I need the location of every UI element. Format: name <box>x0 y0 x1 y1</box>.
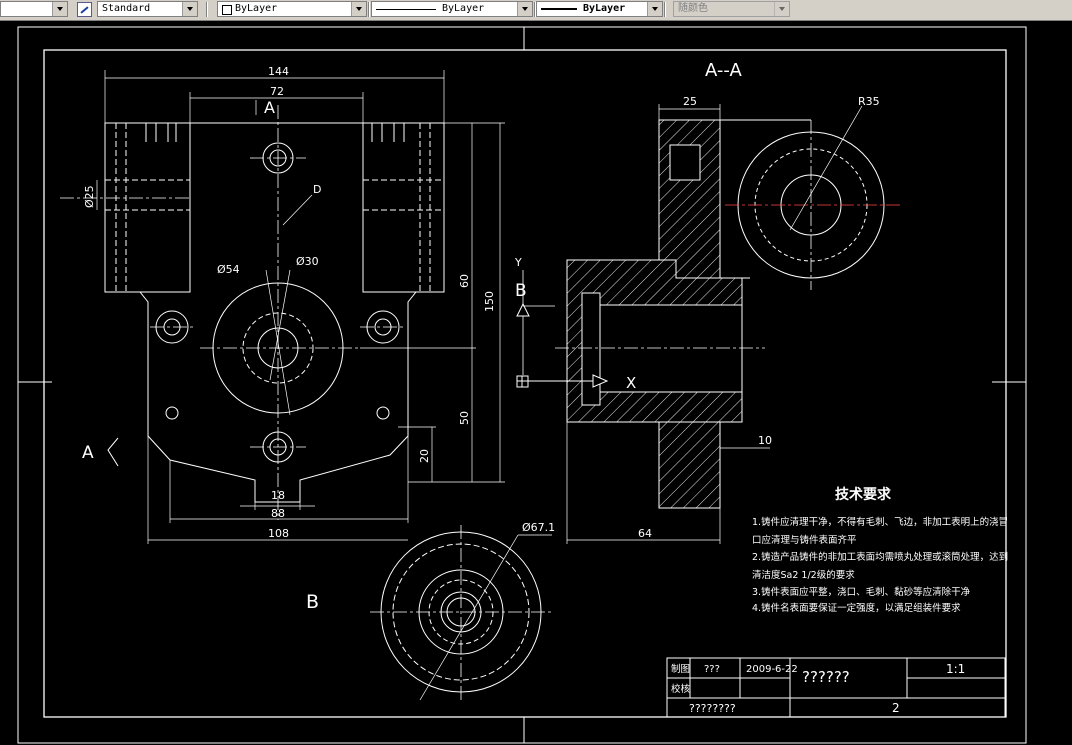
plot-style-value: 随颜色 <box>678 3 708 14</box>
dim-60: 60 <box>458 274 471 288</box>
view-a-label: A <box>82 443 94 463</box>
tb-sheet: 2 <box>892 701 900 715</box>
section-marker-b: B <box>515 281 527 301</box>
chevron-down-icon[interactable] <box>647 2 662 16</box>
properties-toolbar: Standard ByLayer ByLayer ByLayer 随颜色 <box>0 0 1072 21</box>
dim-18: 18 <box>271 489 285 502</box>
dim-144: 144 <box>268 65 289 78</box>
tb-drawn-by: ??? <box>704 664 720 675</box>
dim-88: 88 <box>271 507 285 520</box>
tb-scale: 1:1 <box>946 662 965 676</box>
plot-style-select[interactable]: 随颜色 <box>673 1 790 17</box>
toolbar-separator <box>664 2 666 17</box>
dim-20: 20 <box>418 449 431 463</box>
tech-title: 技术要求 <box>835 486 892 503</box>
layer-value: ByLayer <box>235 3 278 14</box>
tb-drawn-label: 制图 <box>671 663 690 675</box>
color-swatch-icon <box>222 5 232 15</box>
bottom-view <box>370 525 552 701</box>
text-style-value: Standard <box>102 3 151 14</box>
lineweight-select[interactable]: ByLayer <box>536 1 663 17</box>
tech-note-line: 2.铸造产品铸件的非加工表面均需喷丸处理或滚筒处理，达到 <box>752 551 1008 563</box>
left-ear <box>104 122 191 293</box>
ucs-x-label: X <box>626 374 636 392</box>
tb-school: ???????? <box>689 702 736 715</box>
dim-dia25: Ø25 <box>83 185 96 208</box>
tb-checked-label: 校核 <box>671 683 691 695</box>
lineweight-value: ByLayer <box>583 3 626 14</box>
dim-10: 10 <box>758 434 772 447</box>
linetype-select[interactable]: ByLayer <box>371 1 533 17</box>
section-view <box>516 104 900 544</box>
tb-part-name: ?????? <box>802 668 850 686</box>
tech-note-line: 3.铸件表面应平整，浇口、毛刺、黏砂等应清除干净 <box>752 586 971 598</box>
drawing-canvas[interactable]: A 144 72 Ø25 D Ø54 Ø30 60 150 50 20 18 8… <box>0 20 1072 745</box>
front-view: A <box>60 70 505 544</box>
lineweight-preview <box>541 8 577 10</box>
section-marker-a: A <box>264 98 275 117</box>
label-d: D <box>313 183 321 196</box>
section-title: A--A <box>705 60 743 81</box>
dim-50: 50 <box>458 411 471 425</box>
tech-note-line: 1.铸件应清理干净，不得有毛刺、飞边，非加工表明上的浇冒 <box>752 516 1008 528</box>
dim-150: 150 <box>483 291 496 312</box>
text-style-icon[interactable] <box>77 2 92 17</box>
linetype-preview <box>376 9 436 10</box>
dim-25: 25 <box>683 95 697 108</box>
tech-note-line: 4.铸件名表面要保证一定强度，以满足组装件要求 <box>752 602 961 614</box>
chevron-down-icon[interactable] <box>774 2 789 16</box>
text-style-select[interactable]: Standard <box>97 1 198 17</box>
chevron-down-icon[interactable] <box>351 2 366 16</box>
prev-combo[interactable] <box>0 1 68 17</box>
tb-date: 2009-6-22 <box>746 664 798 675</box>
toolbar-separator <box>368 2 370 17</box>
tech-notes: 1.铸件应清理干净，不得有毛刺、飞边，非加工表明上的浇冒 口应清理与铸件表面齐平… <box>752 516 1008 614</box>
view-a-arrow <box>107 437 119 467</box>
dim-dia67: Ø67.1 <box>522 521 555 534</box>
chevron-down-icon[interactable] <box>52 2 67 16</box>
view-b-label: B <box>306 591 319 613</box>
dim-64: 64 <box>638 527 652 540</box>
tech-note-line: 清洁度Sa2 1/2级的要求 <box>752 569 855 581</box>
chevron-down-icon[interactable] <box>182 2 197 16</box>
ucs-y-label: Y <box>514 256 522 269</box>
toolbar-separator <box>206 2 208 17</box>
chevron-down-icon[interactable] <box>517 2 532 16</box>
tech-note-line: 口应清理与铸件表面齐平 <box>752 534 857 546</box>
dim-r35: R35 <box>858 95 880 108</box>
layer-select[interactable]: ByLayer <box>217 1 367 17</box>
dim-108: 108 <box>268 527 289 540</box>
dim-dia30: Ø30 <box>296 255 319 268</box>
linetype-value: ByLayer <box>442 3 485 14</box>
right-ear <box>362 122 445 293</box>
dim-72: 72 <box>270 85 284 98</box>
dim-dia54: Ø54 <box>217 263 240 276</box>
